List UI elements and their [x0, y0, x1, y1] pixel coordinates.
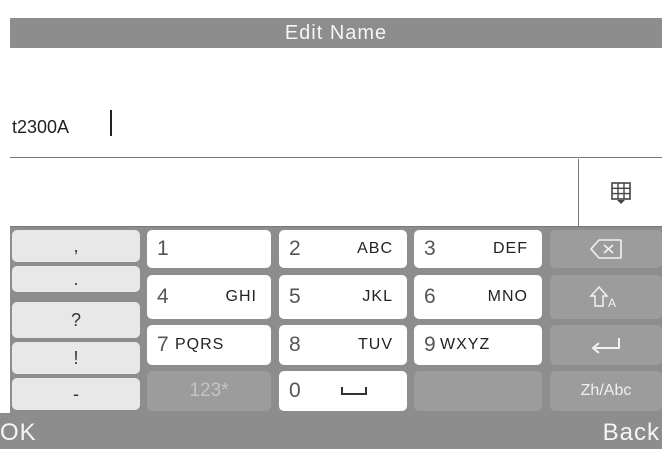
language-toggle-button[interactable]: Zh/Abc — [550, 371, 662, 411]
name-input-field[interactable]: t2300A — [10, 48, 662, 158]
space-icon — [317, 385, 407, 397]
key-exclamation[interactable]: ! — [12, 342, 140, 374]
key-number: 6 — [424, 285, 436, 308]
key-number: 5 — [289, 285, 301, 308]
key-label: Zh/Abc — [580, 382, 632, 399]
key-6[interactable]: 6 MNO — [414, 275, 542, 319]
key-label: , — [73, 235, 79, 256]
key-3[interactable]: 3 DEF — [414, 230, 542, 268]
key-label: ? — [70, 309, 81, 330]
key-letters: PQRS — [175, 336, 225, 353]
key-label: 123* — [189, 380, 229, 401]
key-number: 1 — [157, 237, 169, 260]
key-number: 7 — [157, 333, 169, 356]
key-letters: WXYZ — [440, 336, 491, 353]
enter-icon — [591, 338, 620, 354]
backspace-icon — [589, 239, 622, 259]
key-label: - — [73, 383, 79, 404]
key-label: ! — [73, 347, 79, 368]
text-cursor — [110, 110, 112, 136]
key-123-mode[interactable]: 123* — [147, 371, 271, 411]
shift-icon: A — [589, 285, 616, 310]
page-title: Edit Name — [284, 21, 388, 44]
key-letters: JKL — [362, 288, 393, 305]
key-label: . — [73, 268, 79, 289]
key-number: 9 — [424, 333, 436, 356]
key-number: 3 — [424, 237, 436, 260]
back-button[interactable]: Back — [603, 419, 660, 447]
candidate-bar — [10, 159, 662, 227]
svg-text:A: A — [608, 296, 616, 310]
key-letters: DEF — [493, 240, 528, 257]
backspace-button[interactable] — [550, 230, 662, 268]
key-5[interactable]: 5 JKL — [279, 275, 407, 319]
name-input-value: t2300A — [12, 117, 70, 137]
virtual-keyboard: , . ? ! - 1 2 ABC 3 DEF 4 GHI 5 JKL 6 MN… — [10, 227, 662, 413]
key-9[interactable]: 9 WXYZ — [414, 325, 542, 365]
key-number: 4 — [157, 285, 169, 308]
key-question[interactable]: ? — [12, 302, 140, 338]
key-letters: ABC — [357, 240, 393, 257]
key-number: 2 — [289, 237, 301, 260]
key-4[interactable]: 4 GHI — [147, 275, 271, 319]
key-letters: GHI — [225, 288, 257, 305]
key-letters: TUV — [358, 336, 393, 353]
key-number: 0 — [289, 379, 301, 402]
ok-button[interactable]: OK — [0, 419, 37, 447]
key-comma[interactable]: , — [12, 230, 140, 262]
key-8[interactable]: 8 TUV — [279, 325, 407, 365]
key-empty — [414, 371, 542, 411]
key-1[interactable]: 1 — [147, 230, 271, 268]
key-letters: MNO — [487, 288, 528, 305]
key-2[interactable]: 2 ABC — [279, 230, 407, 268]
key-number: 8 — [289, 333, 301, 356]
shift-button[interactable]: A — [550, 275, 662, 319]
softkey-bar: OK Back — [0, 413, 662, 449]
enter-button[interactable] — [550, 325, 662, 365]
candidate-grid-button[interactable] — [578, 159, 662, 227]
title-bar: Edit Name — [10, 18, 662, 48]
key-7[interactable]: 7 PQRS — [147, 325, 271, 365]
key-0-space[interactable]: 0 — [279, 371, 407, 411]
grid-icon — [610, 182, 631, 204]
key-hyphen[interactable]: - — [12, 378, 140, 410]
key-period[interactable]: . — [12, 266, 140, 292]
